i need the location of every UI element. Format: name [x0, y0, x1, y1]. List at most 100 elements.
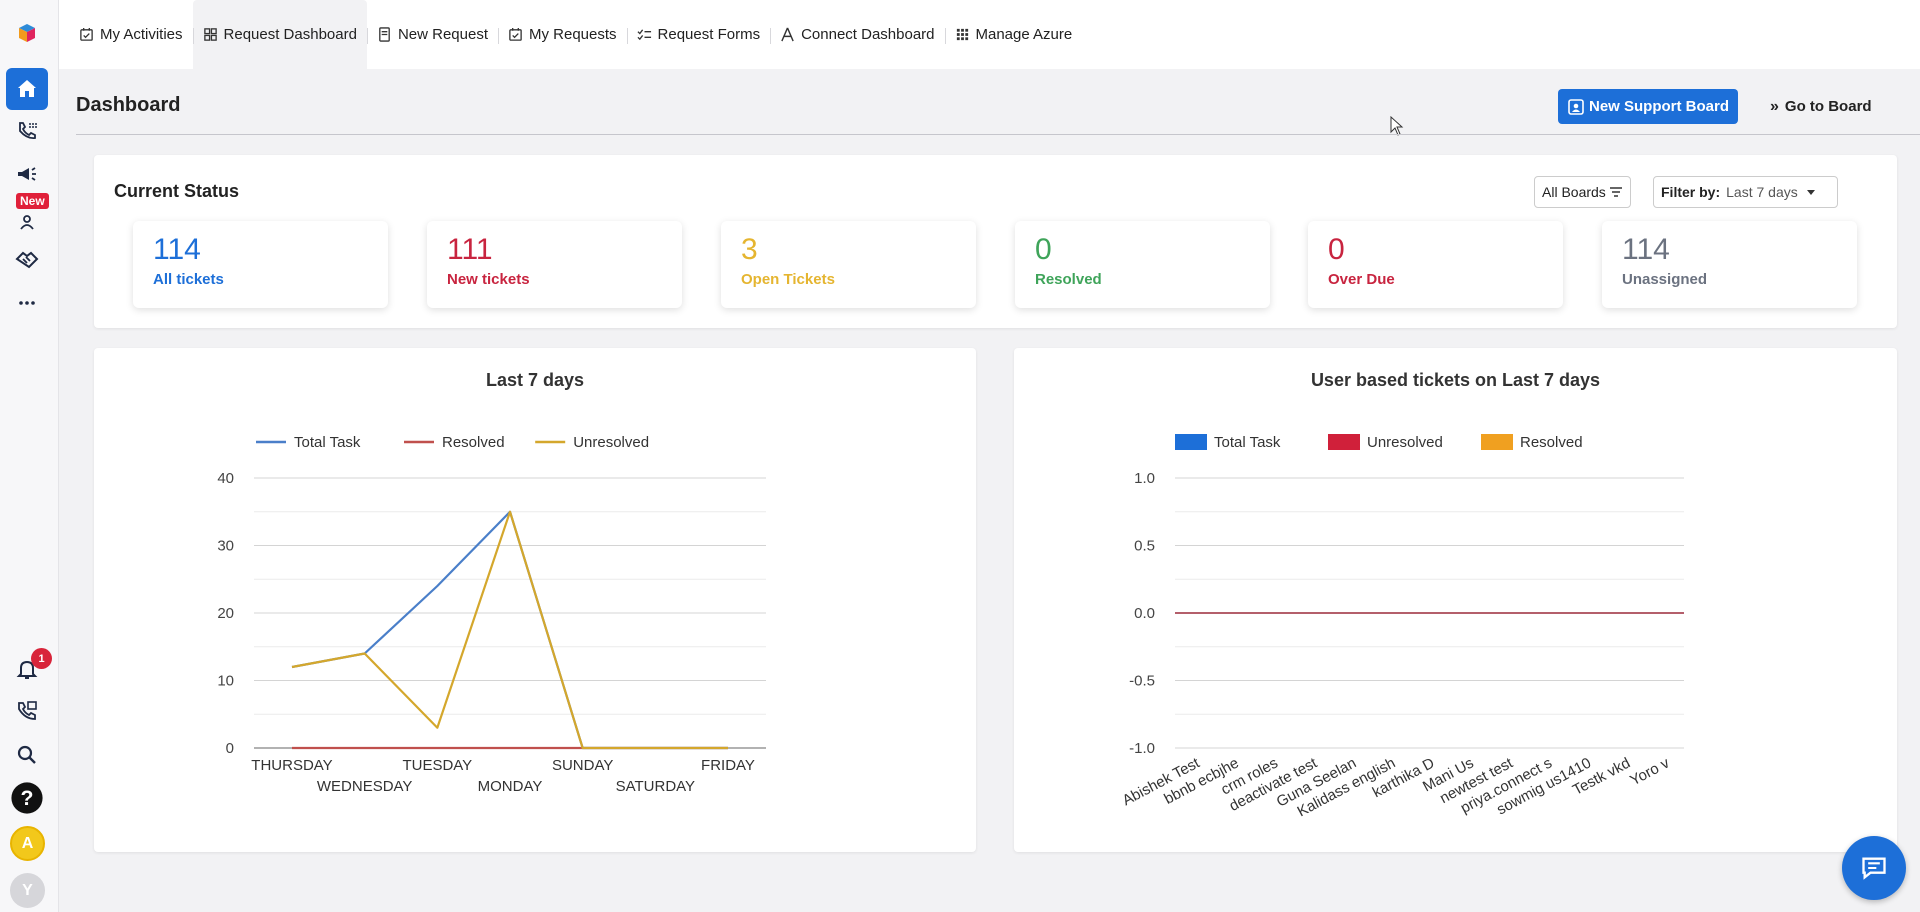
legend-label: Unresolved [1367, 434, 1443, 451]
y-tick-label: -0.5 [1129, 673, 1155, 690]
tab-connect-dashboard[interactable]: Connect Dashboard [770, 0, 944, 69]
header-divider [76, 134, 1920, 135]
tab-label: Request Forms [657, 26, 761, 43]
y-tick-label: 40 [217, 470, 234, 487]
go-to-board-label: Go to Board [1784, 98, 1872, 115]
tab-request-dashboard[interactable]: Request Dashboard [192, 0, 367, 69]
forms-icon [637, 29, 651, 41]
legend-swatch [1175, 434, 1207, 450]
x-tick-label: SATURDAY [616, 778, 695, 795]
x-tick-label: SUNDAY [552, 757, 613, 774]
filter-icon [1609, 187, 1622, 197]
stat-open-tickets[interactable]: 3 Open Tickets [721, 221, 976, 308]
y-tick-label: -1.0 [1129, 740, 1155, 757]
filter-value: Last 7 days [1726, 184, 1798, 200]
y-tick-label: 0.0 [1134, 605, 1155, 622]
svg-text:?: ? [21, 786, 34, 810]
filter-by-label: Filter by: [1661, 184, 1721, 200]
all-boards-filter[interactable]: All Boards [1534, 176, 1631, 208]
stat-all-tickets[interactable]: 114 All tickets [133, 221, 388, 308]
stat-label: Resolved [1035, 271, 1102, 288]
tab-label: My Activities [100, 26, 183, 43]
app-logo-icon[interactable] [6, 12, 48, 54]
more-icon[interactable] [6, 282, 48, 324]
stat-resolved[interactable]: 0 Resolved [1015, 221, 1270, 308]
stat-unassigned[interactable]: 114 Unassigned [1602, 221, 1857, 308]
stat-value: 0 [1035, 233, 1052, 266]
tab-manage-azure[interactable]: Manage Azure [944, 0, 1083, 69]
stat-label: New tickets [447, 271, 530, 288]
series-line [291, 510, 728, 750]
call-log-icon[interactable] [6, 690, 48, 732]
tab-new-request[interactable]: New Request [366, 0, 498, 69]
y-tick-label: 1.0 [1134, 470, 1155, 487]
home-icon[interactable] [6, 68, 48, 110]
stat-new-tickets[interactable]: 111 New tickets [427, 221, 682, 308]
new-support-board-button[interactable]: New Support Board [1558, 89, 1738, 124]
board-icon [1568, 98, 1584, 115]
tab-request-forms[interactable]: Request Forms [626, 0, 771, 69]
y-tick-label: 0.5 [1134, 538, 1155, 555]
last-7-days-chart-card: Last 7 days 0 10 20 30 40 THURSDAY WEDNESDAY TU… [94, 348, 976, 852]
legend-swatch [1328, 434, 1360, 450]
stat-label: Open Tickets [741, 271, 835, 288]
activities-icon [80, 27, 93, 41]
legend-label: Unresolved [573, 434, 649, 451]
x-tick-label: TUESDAY [402, 757, 472, 774]
grid-icon [956, 28, 968, 41]
connect-icon [781, 27, 794, 42]
legend-swatch [1481, 434, 1513, 450]
tab-label: Manage Azure [975, 26, 1073, 43]
user-avatar-a[interactable]: A [10, 826, 45, 861]
legend-label: Resolved [1520, 434, 1583, 451]
stat-label: All tickets [153, 271, 224, 288]
caret-down-icon [1806, 190, 1815, 195]
legend-label: Resolved [442, 434, 505, 451]
tab-my-requests[interactable]: My Requests [497, 0, 627, 69]
current-status-card: Current Status All Boards Filter by: Las… [94, 155, 1897, 328]
handshake-icon[interactable] [6, 238, 48, 280]
legend-label: Total Task [294, 434, 361, 451]
tab-label: Connect Dashboard [801, 26, 935, 43]
tab-label: My Requests [528, 26, 617, 43]
stat-value: 0 [1328, 233, 1345, 266]
tab-my-activities[interactable]: My Activities [69, 0, 193, 69]
stat-label: Unassigned [1622, 271, 1708, 288]
tab-label: New Request [397, 26, 488, 43]
legend-label: Total Task [1214, 434, 1281, 451]
date-range-filter[interactable]: Filter by: Last 7 days [1653, 176, 1838, 208]
go-to-board-button[interactable]: » Go to Board [1770, 89, 1872, 124]
stat-value: 3 [741, 233, 758, 266]
page-title: Dashboard [76, 94, 181, 116]
top-nav: My Activities Request Dashboard New Requ… [59, 0, 1920, 69]
phone-dialpad-icon[interactable] [6, 110, 48, 152]
megaphone-icon[interactable] [6, 153, 48, 195]
new-support-board-label: New Support Board [1588, 98, 1729, 115]
x-tick-label: Yoro v [1627, 754, 1672, 789]
new-request-icon [379, 27, 390, 42]
x-tick-label: THURSDAY [251, 757, 332, 774]
current-status-title: Current Status [114, 181, 240, 201]
y-tick-label: 30 [217, 538, 234, 555]
x-tick-label: FRIDAY [701, 757, 755, 774]
all-boards-label: All Boards [1542, 184, 1606, 200]
y-tick-label: 10 [217, 673, 234, 690]
stat-value: 114 [1622, 233, 1670, 266]
help-icon[interactable]: ? [6, 777, 48, 819]
double-chevron-right-icon: » [1770, 97, 1779, 115]
x-tick-label: MONDAY [478, 778, 543, 795]
notification-count-badge: 1 [31, 648, 52, 669]
user-avatar-y[interactable]: Y [10, 873, 45, 908]
series-line [291, 510, 728, 750]
user-bar-chart: -1.0-0.50.00.51.0Abishek Testbbnb ecbjhe… [1120, 434, 1684, 820]
requests-icon [509, 27, 522, 41]
chat-button[interactable] [1842, 836, 1906, 900]
chat-icon [1862, 857, 1886, 880]
stat-value: 114 [153, 233, 201, 266]
stat-over-due[interactable]: 0 Over Due [1308, 221, 1563, 308]
search-icon[interactable] [6, 734, 48, 776]
team-icon[interactable] [6, 200, 48, 242]
stat-value: 111 [447, 233, 493, 266]
mouse-cursor-icon [1390, 116, 1404, 136]
left-rail: New 1 ? A Y [0, 0, 59, 912]
